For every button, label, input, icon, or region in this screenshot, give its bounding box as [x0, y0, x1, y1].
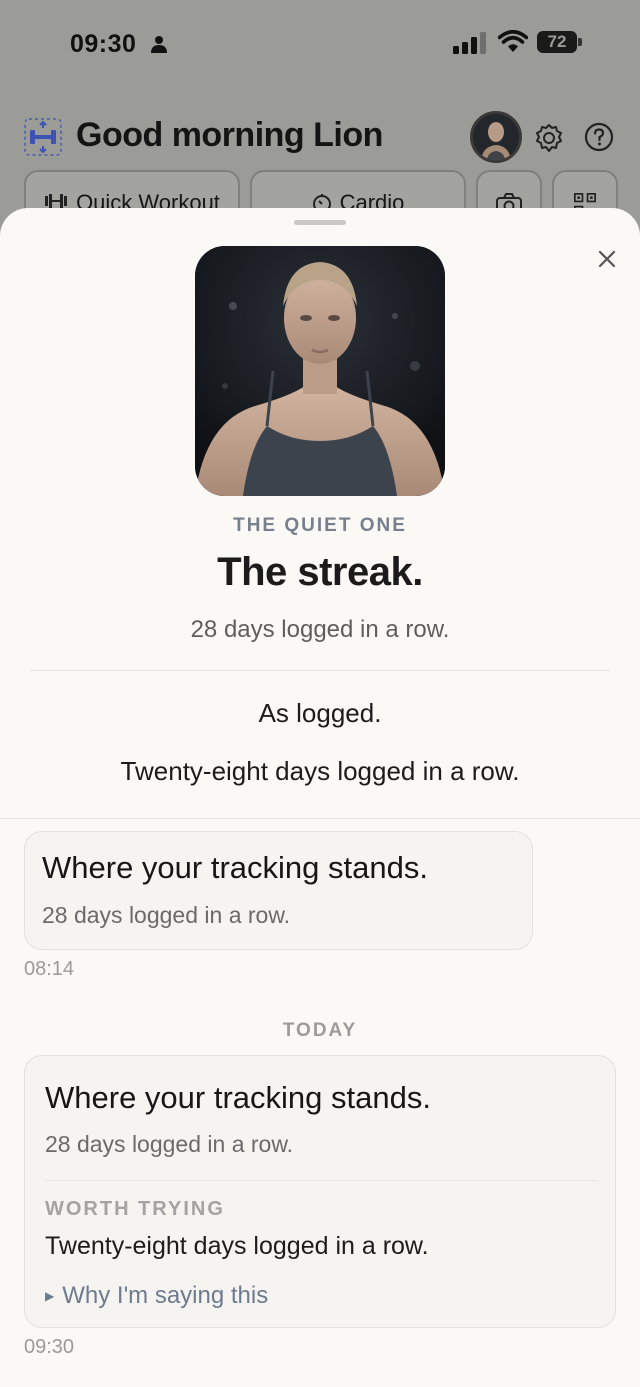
message-divider	[45, 1180, 597, 1181]
sheet-grabber[interactable]	[294, 220, 346, 225]
section-divider	[0, 818, 640, 819]
worth-trying-label: WORTH TRYING	[45, 1198, 225, 1220]
card-headline: The streak.	[217, 550, 423, 594]
why-link-label: Why I'm saying this	[62, 1282, 269, 1309]
message-subtitle: 28 days logged in a row.	[45, 1131, 294, 1157]
dumbbell-icon	[45, 194, 68, 208]
card-body-line-2: Twenty-eight days logged in a row.	[120, 756, 520, 786]
message-title: Where your tracking stands.	[45, 1080, 431, 1115]
worth-trying-body: Twenty-eight days logged in a row.	[45, 1232, 429, 1260]
message-timestamp: 09:30	[24, 1336, 75, 1358]
wifi-icon	[498, 30, 528, 52]
message-subtitle: 28 days logged in a row.	[42, 902, 291, 928]
profile-avatar[interactable]	[470, 111, 522, 163]
battery-level: 72	[537, 31, 577, 53]
detail-sheet: THE QUIET ONE The streak. 28 days logged…	[0, 208, 640, 1387]
persona-label: THE QUIET ONE	[233, 515, 407, 536]
status-bar: 09:30 72	[0, 0, 640, 88]
why-disclosure-link[interactable]: ▶ Why I'm saying this	[45, 1282, 268, 1310]
day-separator: TODAY	[282, 1020, 358, 1041]
person-icon	[151, 36, 167, 53]
close-button[interactable]	[590, 242, 624, 276]
message-bubble[interactable]: Where your tracking stands. 28 days logg…	[24, 831, 533, 950]
battery-nub	[578, 38, 582, 46]
message-timestamp: 08:14	[24, 958, 75, 980]
cellular-signal-icon	[453, 32, 486, 54]
close-icon	[598, 250, 616, 268]
status-time: 09:30	[70, 30, 137, 58]
greeting-title: Good morning Lion	[76, 116, 383, 154]
help-icon[interactable]	[584, 122, 614, 152]
gear-icon[interactable]	[533, 122, 565, 154]
disclosure-triangle-icon: ▶	[45, 1289, 55, 1303]
message-title: Where your tracking stands.	[42, 850, 428, 885]
app-header: Good morning Lion	[24, 110, 624, 164]
card-divider	[30, 670, 610, 671]
card-body-line-1: As logged.	[258, 698, 382, 728]
card-subline: 28 days logged in a row.	[190, 616, 450, 643]
coach-portrait	[195, 246, 445, 496]
message-bubble[interactable]: Where your tracking stands. 28 days logg…	[24, 1055, 616, 1328]
battery-indicator: 72	[537, 31, 583, 55]
app-logo-icon	[24, 118, 62, 156]
